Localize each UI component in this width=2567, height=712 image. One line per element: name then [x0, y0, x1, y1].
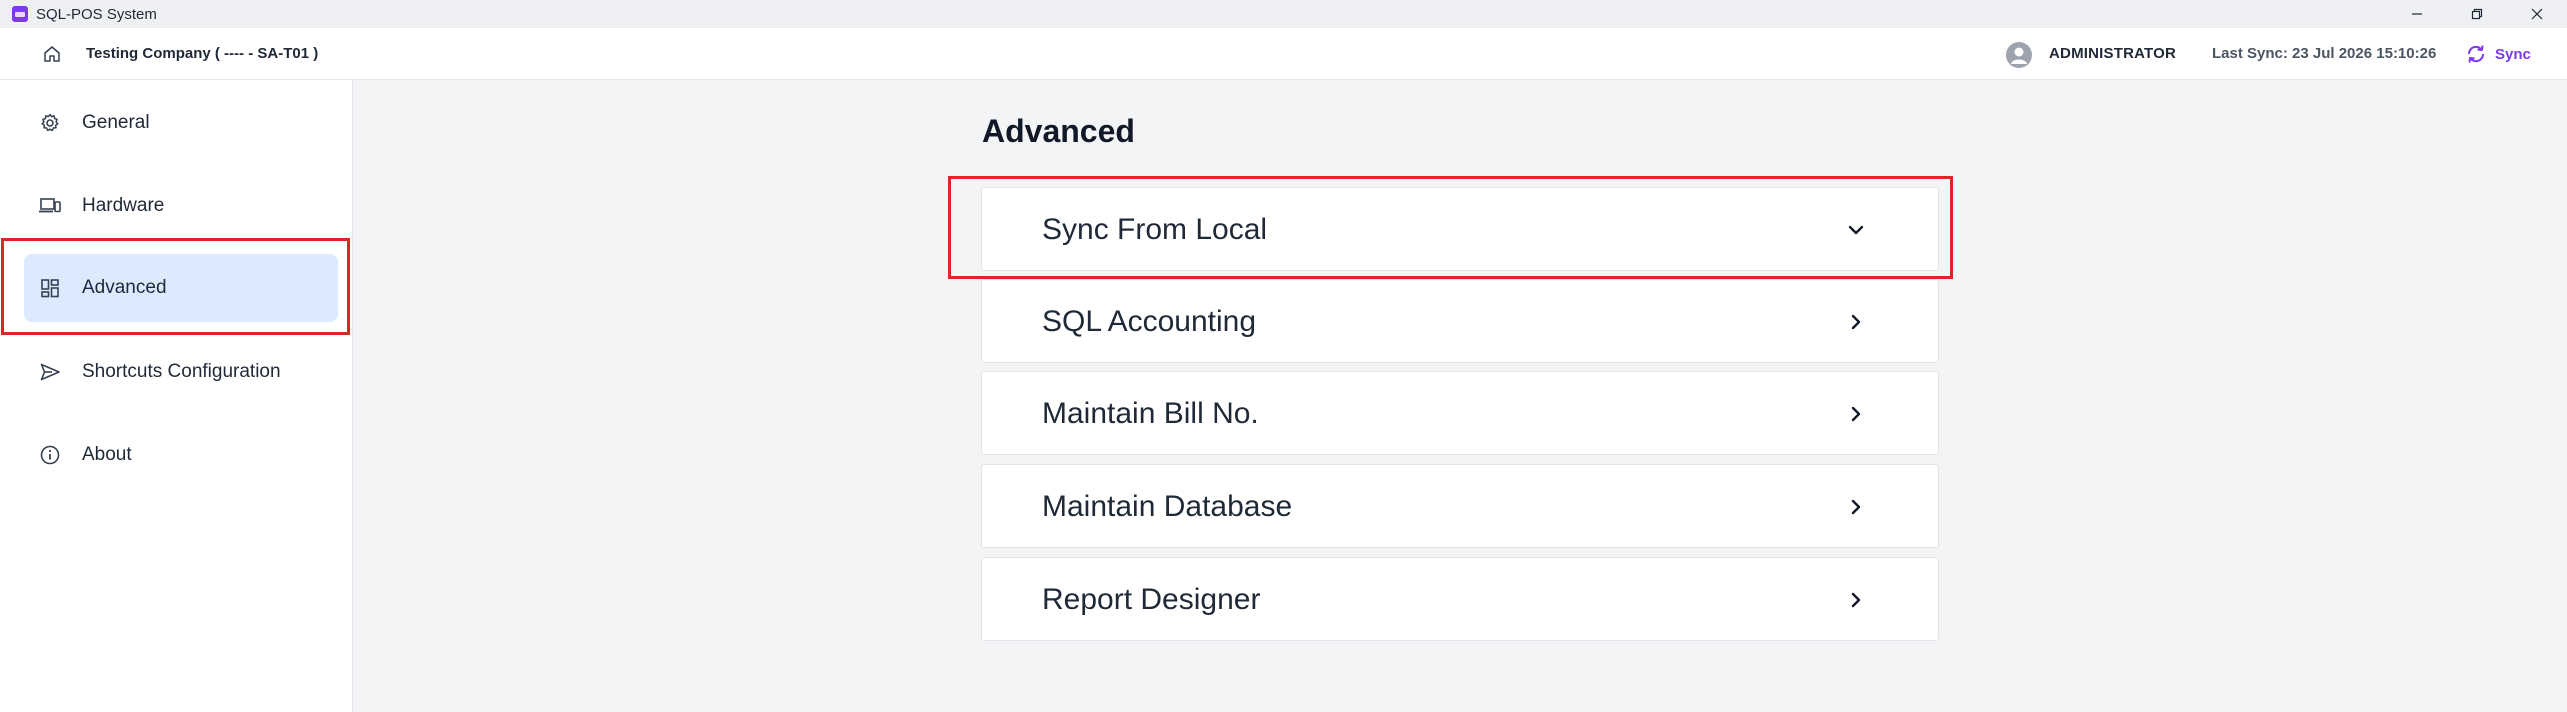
sidebar-item-shortcuts-configuration[interactable]: Shortcuts Configuration	[24, 338, 338, 406]
info-icon	[38, 443, 62, 467]
last-sync-text: Last Sync: 23 Jul 2026 15:10:26	[2212, 45, 2437, 62]
sidebar-item-general[interactable]: General	[24, 89, 338, 157]
panel-label: Maintain Bill No.	[1042, 397, 1259, 430]
close-icon	[2531, 8, 2543, 20]
sidebar: General Hardware Advanced Shortcuts Conf…	[0, 80, 353, 712]
sync-label: Sync	[2495, 45, 2531, 63]
devices-icon	[38, 194, 62, 218]
page-title: Advanced	[982, 113, 1135, 149]
panel-label: SQL Accounting	[1042, 305, 1257, 338]
sidebar-item-hardware[interactable]: Hardware	[24, 172, 338, 240]
window-controls	[2387, 0, 2567, 28]
panel-label: Sync From Local	[1042, 213, 1268, 246]
panel-maintain-database[interactable]: Maintain Database	[981, 464, 1939, 548]
chevron-right-icon	[1842, 586, 1870, 614]
user-icon	[2011, 47, 2027, 64]
title-bar: SQL-POS System	[0, 0, 2567, 28]
minimize-icon	[2412, 13, 2422, 15]
top-bar: Testing Company ( ---- - SA-T01 ) ADMINI…	[0, 28, 2567, 80]
chevron-right-icon	[1842, 308, 1870, 336]
chevron-right-icon	[1842, 493, 1870, 521]
minimize-button[interactable]	[2387, 0, 2447, 28]
send-icon	[38, 360, 62, 384]
sidebar-item-label: Hardware	[82, 195, 165, 216]
company-name: Testing Company ( ---- - SA-T01 )	[86, 45, 319, 62]
panel-report-designer[interactable]: Report Designer	[981, 557, 1939, 641]
home-button[interactable]	[40, 42, 64, 66]
panel-sync-from-local[interactable]: Sync From Local	[981, 187, 1939, 271]
restore-icon	[2471, 8, 2483, 20]
sidebar-item-label: Shortcuts Configuration	[82, 361, 281, 382]
sidebar-item-advanced[interactable]: Advanced	[24, 254, 338, 322]
panel-label: Maintain Database	[1042, 490, 1293, 523]
sidebar-item-about[interactable]: About	[24, 421, 338, 489]
sidebar-item-label: Advanced	[82, 277, 167, 298]
chevron-down-icon	[1842, 216, 1870, 244]
panel-sql-accounting[interactable]: SQL Accounting	[981, 279, 1939, 363]
chevron-right-icon	[1842, 400, 1870, 428]
sidebar-item-label: General	[82, 112, 150, 133]
restore-button[interactable]	[2447, 0, 2507, 28]
home-icon	[44, 46, 60, 62]
avatar	[2006, 42, 2032, 68]
dashboard-icon	[38, 276, 62, 300]
sync-icon	[2467, 45, 2485, 63]
sidebar-item-label: About	[82, 444, 132, 465]
gear-icon	[38, 111, 62, 135]
user-name: ADMINISTRATOR	[2049, 45, 2177, 62]
panel-maintain-bill-no[interactable]: Maintain Bill No.	[981, 371, 1939, 455]
close-button[interactable]	[2507, 0, 2567, 28]
window-title: SQL-POS System	[36, 5, 157, 23]
app-logo-icon	[12, 6, 28, 22]
sync-button[interactable]: Sync	[2465, 40, 2531, 68]
panel-label: Report Designer	[1042, 583, 1261, 616]
